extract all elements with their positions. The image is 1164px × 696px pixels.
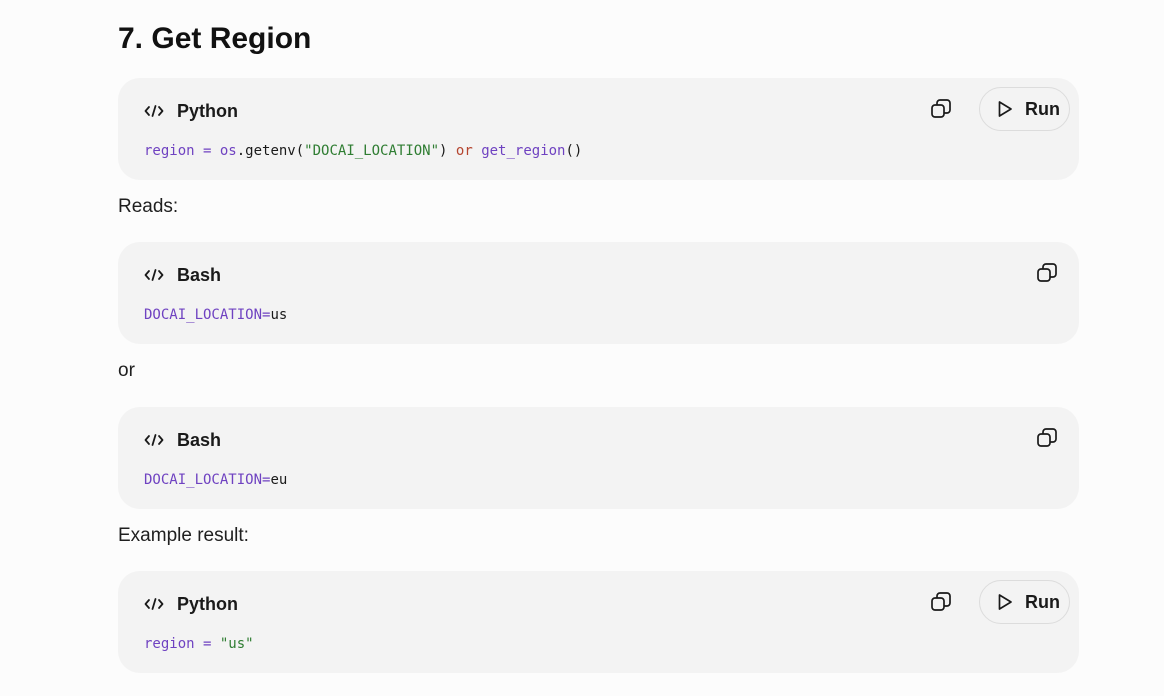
run-label: Run — [1025, 591, 1060, 612]
language-label: Python — [177, 100, 238, 121]
code-token: .getenv( — [236, 143, 305, 159]
prose-or: or — [118, 360, 135, 381]
code-block-python: Python Run region = "us" — [118, 571, 1079, 673]
code-token: = — [194, 636, 220, 652]
prose-example-result: Example result: — [118, 525, 249, 546]
copy-button[interactable] — [927, 95, 955, 123]
code-block-python: Python Run region = os.getenv("DOCAI_LOC… — [118, 78, 1079, 180]
code-token: os — [219, 143, 237, 159]
copy-button[interactable] — [927, 588, 955, 616]
code-content: DOCAI_LOCATION=eu — [144, 470, 287, 490]
run-label: Run — [1025, 98, 1060, 119]
code-block-bash: Bash DOCAI_LOCATION=us — [118, 242, 1079, 344]
code-block-header: Bash — [144, 262, 221, 288]
code-block-header: Bash — [144, 427, 221, 453]
code-block-header: Python — [144, 591, 238, 617]
play-icon — [997, 593, 1013, 611]
code-content: region = os.getenv("DOCAI_LOCATION") or … — [144, 141, 582, 161]
copy-icon — [931, 592, 951, 611]
copy-button[interactable] — [1033, 424, 1061, 452]
code-token: "DOCAI_LOCATION" — [304, 143, 440, 159]
code-block-bash: Bash DOCAI_LOCATION=eu — [118, 407, 1079, 509]
copy-icon — [931, 99, 951, 118]
code-token: get_region — [481, 143, 566, 159]
play-icon — [997, 100, 1013, 118]
language-label: Bash — [177, 429, 222, 450]
code-brackets-icon — [144, 101, 164, 121]
code-brackets-icon — [144, 594, 164, 614]
run-button[interactable]: Run — [979, 580, 1070, 624]
language-label: Bash — [177, 264, 222, 285]
code-token: DOCAI_LOCATION — [144, 472, 263, 488]
code-token: eu — [270, 472, 288, 488]
page: 7. Get Region Python Run region = os.get… — [0, 0, 1164, 696]
code-token: us — [270, 307, 288, 323]
code-content: region = "us" — [144, 634, 254, 654]
code-token: = — [194, 143, 220, 159]
code-token: DOCAI_LOCATION — [144, 307, 263, 323]
code-token: ) — [439, 143, 456, 159]
section-heading: 7. Get Region — [118, 22, 312, 55]
code-token: or — [455, 143, 473, 159]
language-label: Python — [177, 593, 238, 614]
code-block-header: Python — [144, 98, 238, 124]
copy-icon — [1037, 263, 1057, 282]
code-content: DOCAI_LOCATION=us — [144, 305, 287, 325]
code-token: "us" — [219, 636, 254, 652]
copy-button[interactable] — [1033, 259, 1061, 287]
code-brackets-icon — [144, 430, 164, 450]
run-button[interactable]: Run — [979, 87, 1070, 131]
code-token: () — [565, 143, 583, 159]
code-token: region — [144, 143, 195, 159]
copy-icon — [1037, 428, 1057, 447]
code-token: region — [144, 636, 195, 652]
prose-reads: Reads: — [118, 196, 179, 217]
code-brackets-icon — [144, 265, 164, 285]
